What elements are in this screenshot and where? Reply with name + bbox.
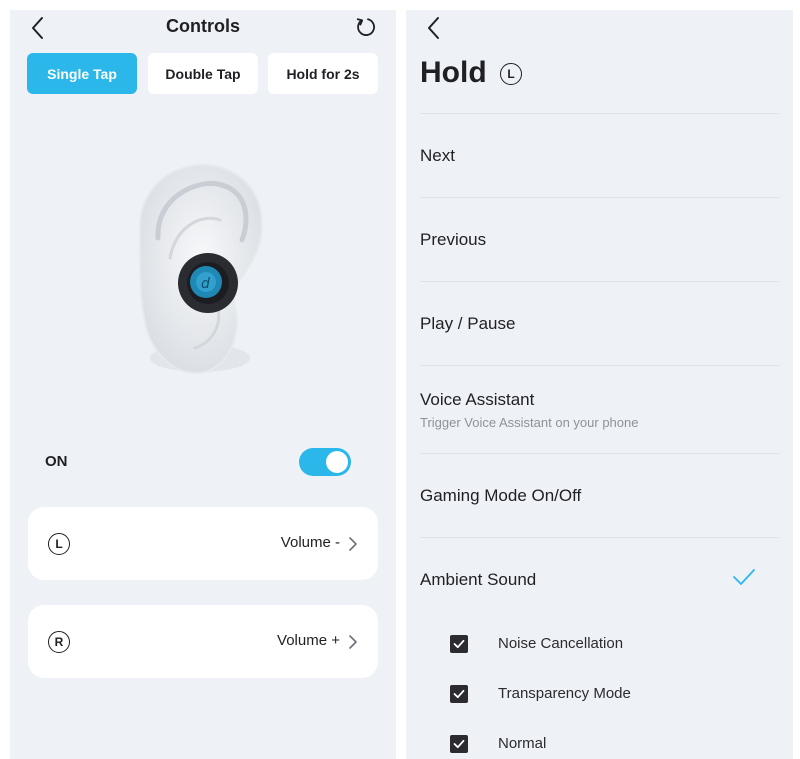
controls-toggle[interactable] — [299, 448, 351, 476]
tab-hold-2s[interactable]: Hold for 2s — [268, 53, 378, 94]
right-side-icon: R — [48, 631, 70, 653]
option-voice-assistant[interactable]: Voice Assistant Trigger Voice Assistant … — [420, 366, 779, 453]
left-action-value: Volume - — [280, 534, 340, 551]
option-ambient-sound[interactable]: Ambient Sound — [420, 538, 779, 618]
svg-text:d: d — [201, 276, 210, 292]
option-sublabel: Trigger Voice Assistant on your phone — [420, 415, 639, 430]
hold-action-screen: Hold L Next Previous Play / Pause Voice … — [406, 10, 793, 759]
right-action-value: Volume + — [277, 632, 340, 649]
left-side-icon: L — [48, 533, 70, 555]
page-title: Hold — [420, 56, 487, 89]
option-label: Play / Pause — [420, 314, 516, 333]
left-earbud-control[interactable]: L Volume - — [28, 507, 378, 580]
page-title: Controls — [166, 16, 240, 36]
checkbox-label: Normal — [498, 735, 547, 752]
option-label: Ambient Sound — [420, 570, 537, 589]
option-label: Next — [420, 146, 455, 165]
tab-single-tap[interactable]: Single Tap — [27, 53, 137, 94]
checkbox-label: Noise Cancellation — [498, 635, 624, 652]
option-label: Voice Assistant — [420, 390, 535, 409]
chevron-right-icon — [349, 635, 357, 649]
checkbox-label: Transparency Mode — [498, 685, 631, 702]
right-earbud-control[interactable]: R Volume + — [28, 605, 378, 678]
controls-screen: Controls Single Tap Double Tap Hold for … — [10, 10, 396, 759]
checkbox-checked-icon[interactable] — [450, 635, 468, 653]
checkbox-checked-icon[interactable] — [450, 685, 468, 703]
checkbox-checked-icon[interactable] — [450, 735, 468, 753]
left-side-icon: L — [500, 63, 522, 85]
on-label: ON — [45, 453, 68, 470]
option-label: Gaming Mode On/Off — [420, 486, 582, 505]
tab-double-tap[interactable]: Double Tap — [148, 53, 258, 94]
chevron-right-icon — [349, 537, 357, 551]
option-play-pause[interactable]: Play / Pause — [420, 282, 779, 365]
checkmark-icon — [733, 569, 755, 585]
option-previous[interactable]: Previous — [420, 198, 779, 281]
earbud-in-ear-image: d — [100, 158, 280, 388]
option-gaming-mode[interactable]: Gaming Mode On/Off — [420, 454, 779, 537]
reset-icon[interactable] — [354, 15, 378, 39]
toggle-knob — [326, 451, 348, 473]
option-label: Previous — [420, 230, 487, 249]
option-next[interactable]: Next — [420, 114, 779, 197]
back-icon[interactable] — [426, 16, 442, 40]
